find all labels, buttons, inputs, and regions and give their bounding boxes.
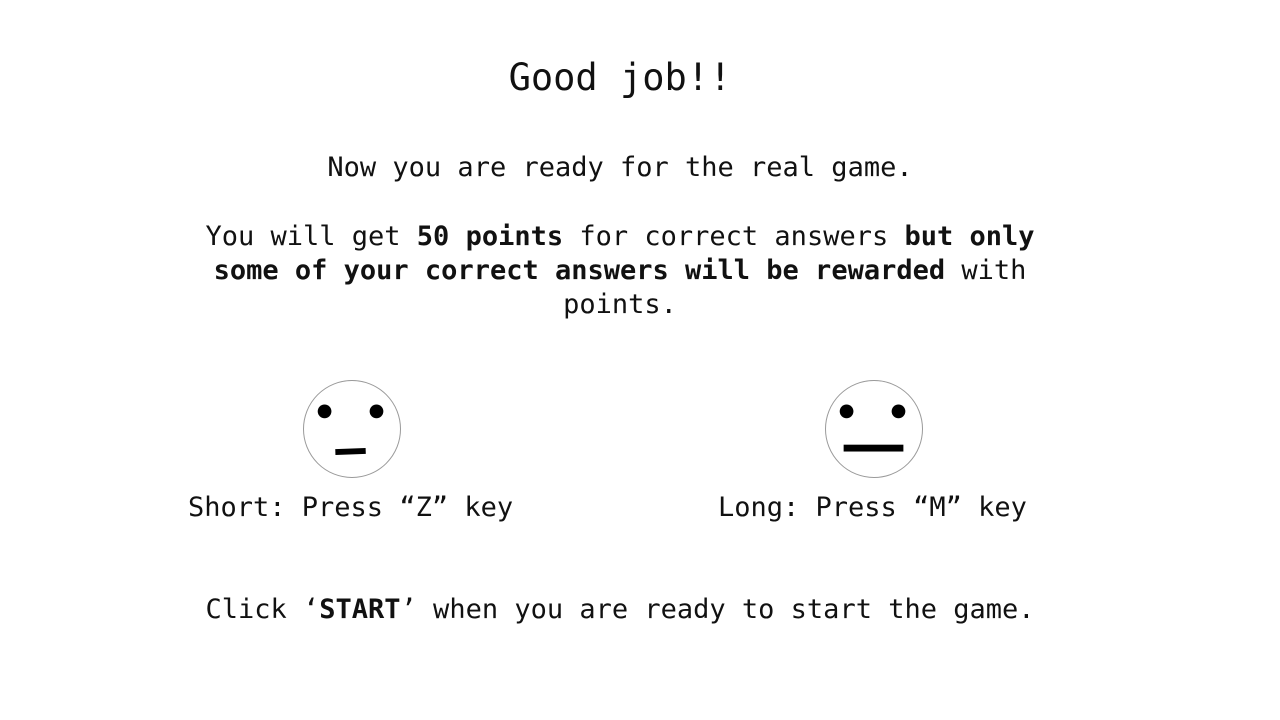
left-eye: [839, 404, 854, 419]
short-face-drawing: [317, 404, 384, 455]
start-prefix: Click ‘: [205, 594, 320, 625]
long-face-drawing: [839, 404, 906, 452]
right-eye: [891, 404, 906, 419]
rules-text-part2: for correct answers: [563, 221, 905, 252]
start-suffix: ’ when you are ready to start the game.: [400, 594, 1035, 625]
right-eye: [369, 404, 384, 419]
left-eye: [317, 404, 332, 419]
start-instruction: Click ‘START’ when you are ready to star…: [0, 594, 1240, 625]
start-keyword: START: [319, 594, 401, 625]
points-emphasis: 50 points: [416, 221, 564, 252]
page-title: Good job!!: [508, 56, 732, 99]
long-mouth-face-icon: [825, 380, 923, 478]
short-mouth-face-icon: [303, 380, 401, 478]
long-mouth: [843, 444, 904, 452]
rules-paragraph: You will get 50 points for correct answe…: [180, 220, 1060, 322]
long-key-instruction: Long: Press “M” key: [718, 492, 1027, 523]
short-key-instruction: Short: Press “Z” key: [188, 492, 514, 523]
intro-text: Now you are ready for the real game.: [327, 152, 913, 183]
rules-text-part1: You will get: [205, 221, 417, 252]
short-mouth: [335, 448, 366, 455]
